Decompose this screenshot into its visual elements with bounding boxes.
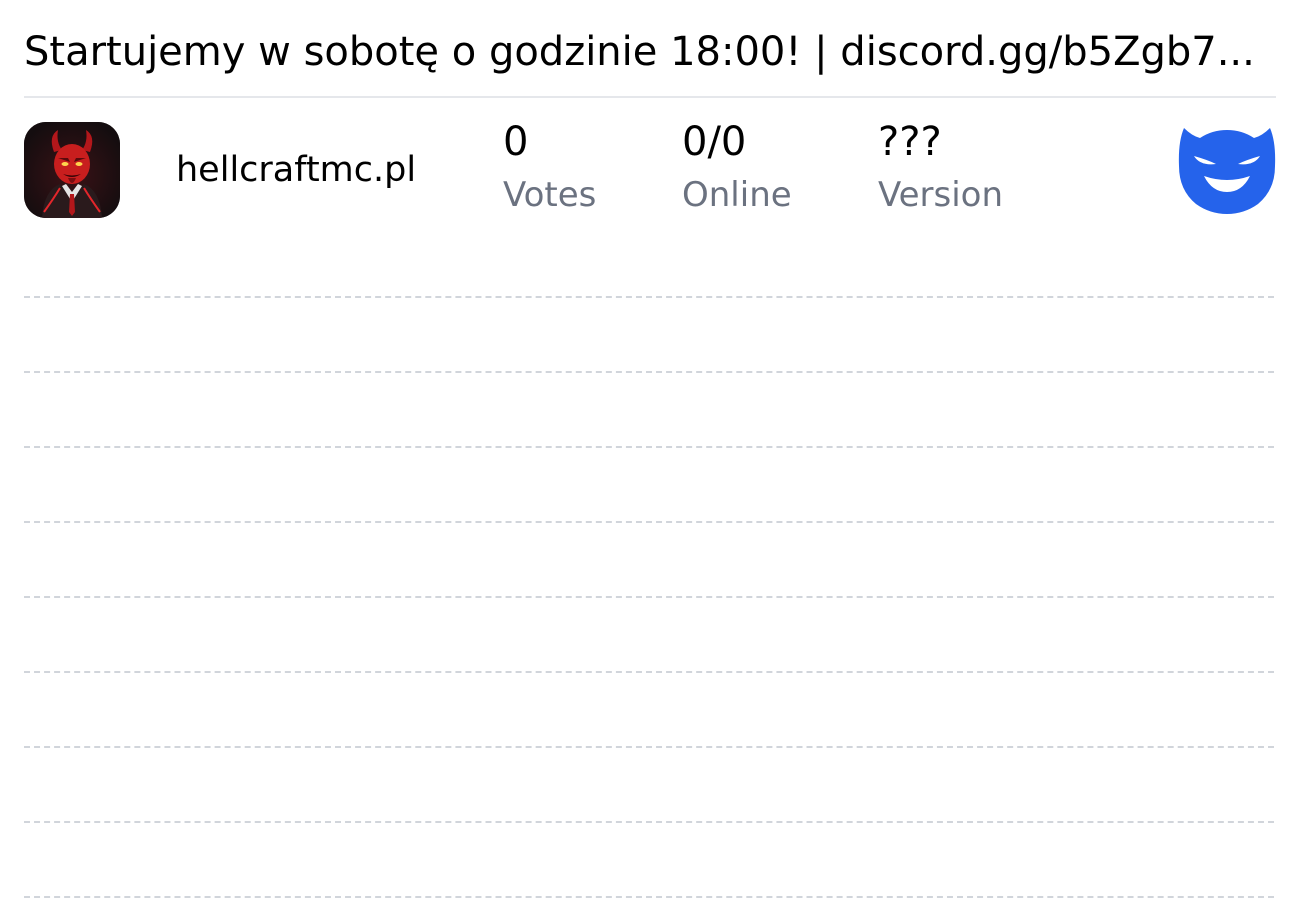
row-divider (24, 446, 1274, 448)
version-stat: ??? Version (878, 118, 1003, 216)
row-divider (24, 521, 1274, 523)
row-divider (24, 746, 1274, 748)
online-count: 0/0 (682, 119, 747, 165)
row-divider (24, 896, 1274, 898)
votes-label: Votes (503, 175, 597, 215)
row-divider (24, 596, 1274, 598)
online-label: Online (682, 175, 792, 215)
row-divider (24, 671, 1274, 673)
motd-divider (24, 96, 1276, 98)
version-label: Version (878, 175, 1004, 215)
votes-stat: 0 Votes (503, 118, 596, 216)
server-avatar-icon[interactable] (24, 122, 120, 218)
server-motd: Startujemy w sobotę o godzinie 18:00! | … (24, 29, 1255, 75)
row-divider (24, 371, 1274, 373)
row-divider (24, 296, 1274, 298)
server-name[interactable]: hellcraftmc.pl (176, 148, 416, 192)
votes-count: 0 (503, 119, 529, 165)
version-value: ??? (878, 119, 942, 165)
blue-devil-face-icon[interactable] (1178, 120, 1276, 214)
row-divider (24, 821, 1274, 823)
online-stat: 0/0 Online (682, 118, 792, 216)
